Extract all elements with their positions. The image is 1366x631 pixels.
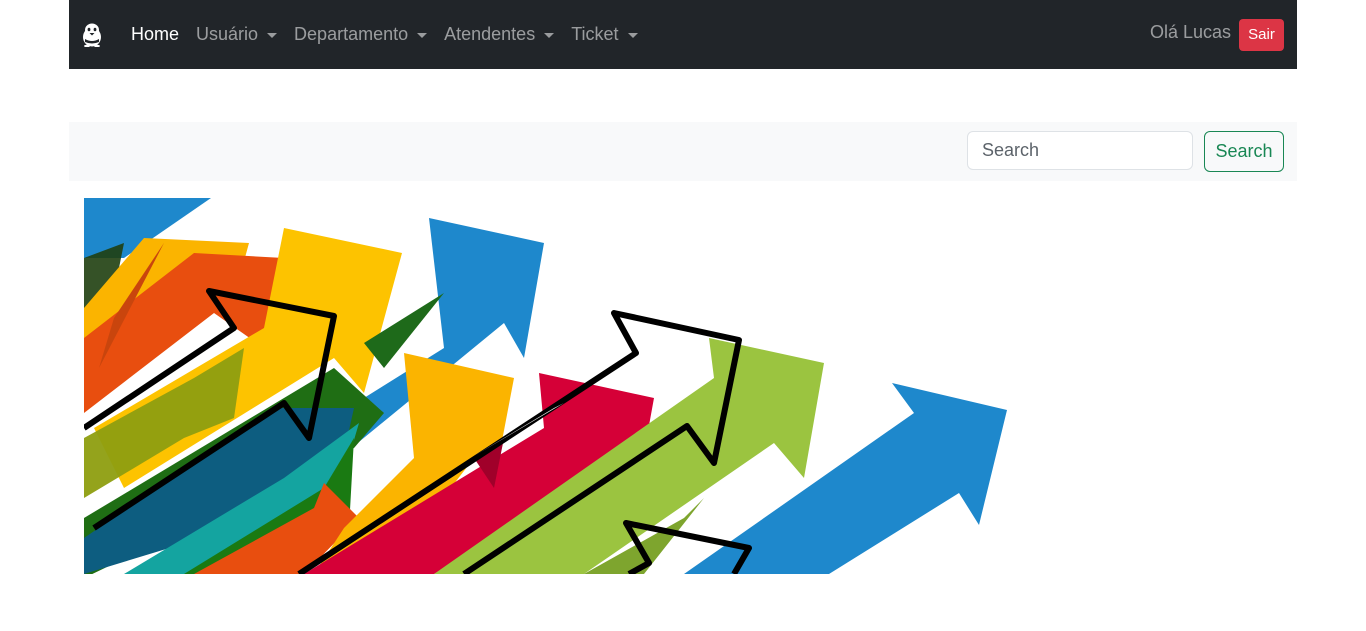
user-greeting: Olá Lucas: [1149, 22, 1231, 42]
nav-atendentes-label: Atendentes: [444, 24, 536, 44]
nav-home-label: Home: [131, 24, 180, 44]
nav-atendentes-dropdown[interactable]: Atendentes: [444, 24, 555, 45]
nav-user-area: Olá Lucas Sair: [1149, 18, 1284, 51]
brand-logo[interactable]: [80, 22, 104, 48]
search-button[interactable]: Search: [1204, 131, 1284, 172]
caret-down-icon: [267, 33, 278, 38]
penguin-icon: [83, 23, 101, 47]
nav-ticket-dropdown[interactable]: Ticket: [571, 24, 638, 45]
search-bar: Search: [69, 122, 1297, 181]
nav-departamento-label: Departamento: [294, 24, 409, 44]
caret-down-icon: [417, 33, 428, 38]
top-navbar: Home Usuário Departamento Atendentes Tic…: [69, 0, 1297, 69]
nav-ticket-label: Ticket: [571, 24, 619, 44]
caret-down-icon: [627, 33, 638, 38]
growth-arrows-illustration: [84, 198, 1007, 574]
nav-links: Home Usuário Departamento Atendentes Tic…: [131, 0, 655, 69]
search-input[interactable]: [967, 131, 1193, 170]
nav-usuario-dropdown[interactable]: Usuário: [196, 24, 278, 45]
nav-usuario-label: Usuário: [196, 24, 259, 44]
logout-button[interactable]: Sair: [1239, 18, 1284, 51]
nav-home[interactable]: Home: [131, 24, 179, 45]
caret-down-icon: [544, 33, 555, 38]
hero-banner: [84, 198, 1014, 574]
nav-departamento-dropdown[interactable]: Departamento: [294, 24, 428, 45]
